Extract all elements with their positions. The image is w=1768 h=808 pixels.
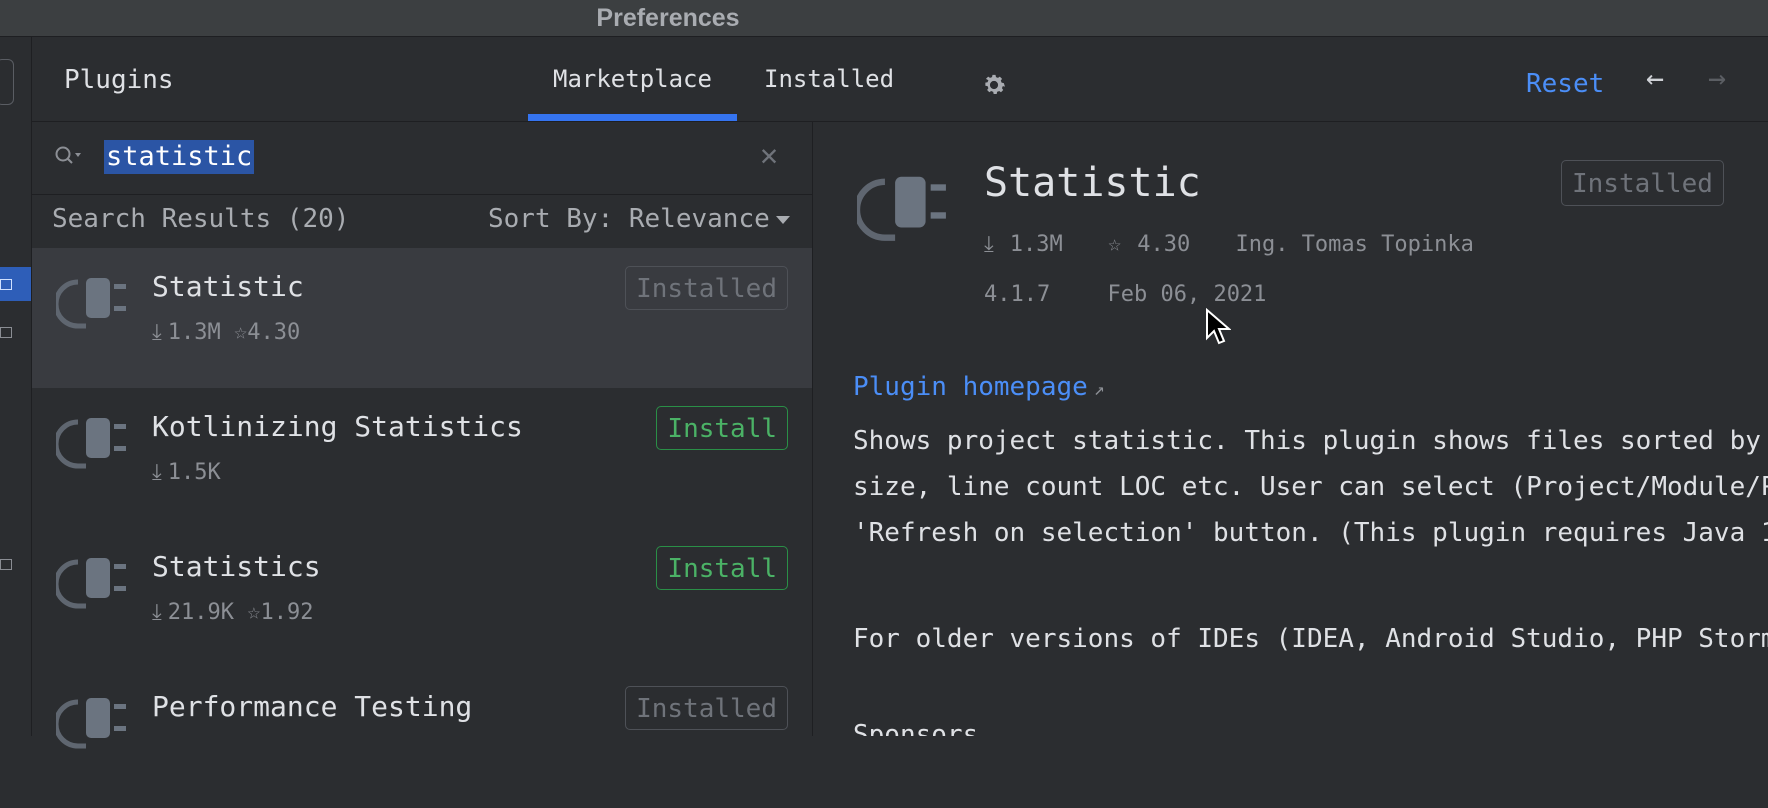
detail-plugin-name: Statistic xyxy=(984,160,1201,206)
plugin-name: Statistic xyxy=(152,270,304,303)
star-icon: ☆ xyxy=(247,600,261,625)
clear-search-icon[interactable]: ✕ xyxy=(760,138,778,173)
plugin-meta: ⤓ 21.9K ☆1.92 xyxy=(152,600,313,625)
window-title: Preferences xyxy=(596,3,740,32)
star-icon: ☆ xyxy=(233,320,248,345)
detail-rating: 4.30 xyxy=(1137,232,1191,257)
back-arrow-icon[interactable]: ← xyxy=(1646,61,1664,96)
plugin-list-item[interactable]: Performance Testing Installed xyxy=(32,668,812,808)
detail-version-row: 4.1.7 Feb 06, 2021 xyxy=(984,282,1310,307)
homepage-label: Plugin homepage xyxy=(853,372,1088,402)
plugin-list-item[interactable]: Statistics ⤓ 21.9K ☆1.92 Install xyxy=(32,528,812,668)
plugin-icon xyxy=(56,558,126,609)
download-icon: ⤓ xyxy=(152,320,162,345)
plugin-meta: ⤓ 1.5K xyxy=(152,460,221,485)
plugin-detail-panel: Statistic Installed ⤓ 1.3M ☆ 4.30 Ing. Tom… xyxy=(813,122,1768,736)
detail-meta: ⤓ 1.3M ☆ 4.30 Ing. Tomas Topinka xyxy=(984,232,1490,257)
search-bar: statistic ✕ xyxy=(32,122,812,195)
detail-downloads: 1.3M xyxy=(1009,232,1063,257)
sort-dropdown[interactable]: Sort By: Relevance xyxy=(488,204,790,234)
rating: 1.92 xyxy=(260,600,314,625)
star-icon: ☆ xyxy=(1107,232,1122,257)
plugin-meta: ⤓ 1.3M ☆4.30 xyxy=(152,320,300,345)
description-line: For older versions of IDEs (IDEA, Androi… xyxy=(853,624,1768,654)
plugin-list-item[interactable]: Statistic ⤓ 1.3M ☆4.30 Installed xyxy=(32,248,812,388)
sidebar-item-icon xyxy=(0,279,12,290)
plugin-name: Performance Testing xyxy=(152,690,473,723)
download-icon: ⤓ xyxy=(984,232,994,257)
plugin-icon xyxy=(857,176,946,241)
plugin-homepage-link[interactable]: Plugin homepage ↗ xyxy=(853,372,1105,402)
tab-marketplace[interactable]: Marketplace xyxy=(553,65,712,93)
description-line: 'Refresh on selection' button. (This plu… xyxy=(853,518,1768,548)
sort-label: Sort By: Relevance xyxy=(488,204,770,234)
results-count: Search Results (20) xyxy=(52,204,350,234)
rating: 4.30 xyxy=(247,320,301,345)
detail-date: Feb 06, 2021 xyxy=(1107,282,1267,307)
detail-version: 4.1.7 xyxy=(984,282,1051,307)
plugin-list-panel: statistic ✕ Search Results (20) Sort By:… xyxy=(32,122,813,749)
results-header: Search Results (20) Sort By: Relevance xyxy=(32,196,812,246)
detail-author[interactable]: Ing. Tomas Topinka xyxy=(1235,232,1473,257)
plugin-name: Statistics xyxy=(152,550,321,583)
plugins-header: Plugins Marketplace Installed Reset ← → xyxy=(32,37,1768,122)
active-tab-indicator xyxy=(528,114,737,121)
download-icon: ⤓ xyxy=(152,460,162,485)
external-link-icon: ↗ xyxy=(1093,379,1105,400)
plugin-icon xyxy=(56,278,126,329)
plugin-list-item[interactable]: Kotlinizing Statistics ⤓ 1.5K Install xyxy=(32,388,812,528)
plugin-name: Kotlinizing Statistics xyxy=(152,410,523,443)
plugin-icon xyxy=(56,698,126,749)
sidebar-search-box[interactable] xyxy=(0,59,14,105)
mouse-cursor-icon xyxy=(1206,308,1231,345)
settings-sidebar xyxy=(0,37,32,736)
installed-button[interactable]: Installed xyxy=(625,266,788,310)
search-input[interactable]: statistic xyxy=(104,140,255,174)
detail-installed-button[interactable]: Installed xyxy=(1561,160,1724,206)
forward-arrow-icon[interactable]: → xyxy=(1708,61,1726,96)
download-icon: ⤓ xyxy=(152,600,162,625)
tab-installed[interactable]: Installed xyxy=(764,65,894,93)
reset-button[interactable]: Reset xyxy=(1526,69,1604,99)
chevron-down-icon xyxy=(775,215,790,224)
plugin-icon xyxy=(56,418,126,469)
install-button[interactable]: Install xyxy=(656,546,788,590)
description-line: Sponsors xyxy=(853,720,979,736)
description-line: size, line count LOC etc. User can selec… xyxy=(853,472,1768,502)
download-count: 21.9K xyxy=(167,600,234,625)
download-count: 1.3M xyxy=(167,320,221,345)
install-button[interactable]: Install xyxy=(656,406,788,450)
download-count: 1.5K xyxy=(167,460,221,485)
window-titlebar: Preferences xyxy=(0,0,1768,37)
description-line: Shows project statistic. This plugin sho… xyxy=(853,426,1761,456)
page-title: Plugins xyxy=(64,65,174,95)
sidebar-item-icon xyxy=(0,559,12,570)
search-icon[interactable] xyxy=(54,144,88,168)
sidebar-item-icon xyxy=(0,327,12,338)
gear-icon[interactable] xyxy=(980,71,1008,99)
installed-button[interactable]: Installed xyxy=(625,686,788,730)
